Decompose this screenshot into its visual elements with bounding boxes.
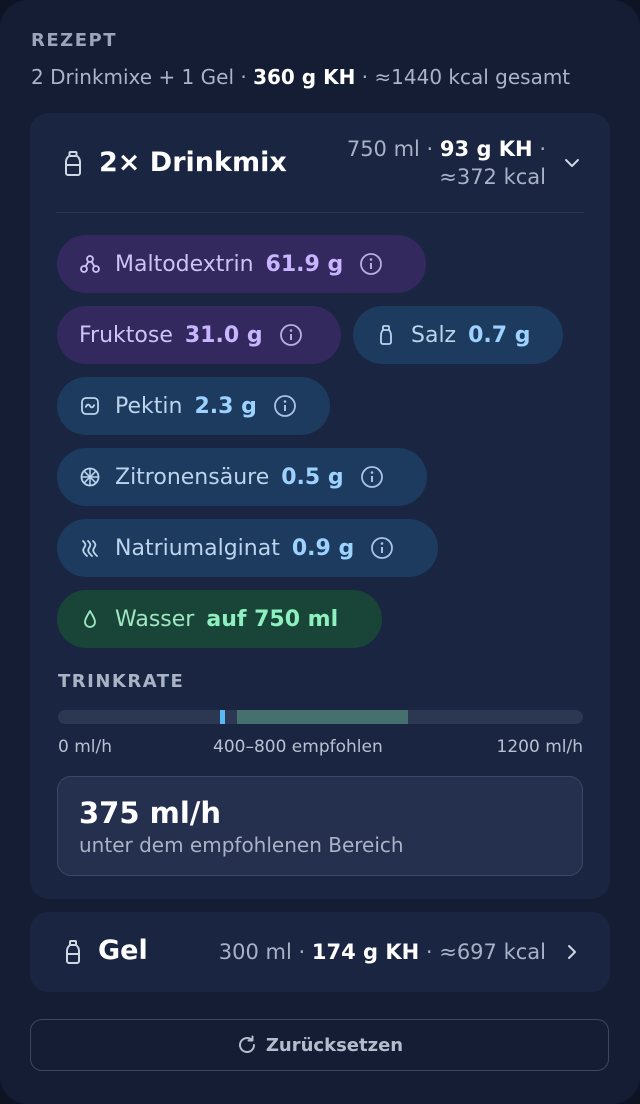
gel-title: Gel: [98, 935, 148, 966]
drink-rate-bar: [58, 710, 583, 724]
gel-pack-icon: [66, 940, 80, 964]
droplet-icon: [79, 608, 101, 630]
ingredient-pill-natriumalginat: Natriumalginat 0.9 g: [57, 519, 438, 577]
current-rate-marker: [220, 710, 226, 724]
drink-rate-value: 375 ml/h: [79, 796, 222, 830]
refresh-icon: [236, 1034, 258, 1056]
drink-rate-label: TRINKRATE: [58, 671, 185, 692]
info-icon[interactable]: [370, 536, 394, 560]
info-icon[interactable]: [273, 394, 297, 418]
chevron-right-icon[interactable]: [563, 943, 581, 961]
tick-recommended: 400–800 empfohlen: [213, 737, 383, 757]
bottle-icon: [65, 151, 81, 176]
salt-shaker-icon: [375, 324, 397, 346]
reset-button[interactable]: Zurücksetzen: [30, 1019, 609, 1071]
section-label: REZEPT: [31, 30, 117, 51]
ingredient-pill-wasser: Wasser auf 750 ml: [57, 590, 382, 648]
card-divider: [56, 212, 584, 213]
ingredient-pill-fruktose: Fruktose 31.0 g: [57, 306, 341, 364]
molecule-icon: [79, 253, 101, 275]
gel-meta: 300 ml · 174 g KH · ≈697 kcal: [218, 940, 546, 964]
recipe-summary: 2 Drinkmixe + 1 Gel · 360 g KH · ≈1440 k…: [31, 65, 571, 89]
info-icon[interactable]: [359, 252, 383, 276]
seaweed-icon: [79, 537, 101, 559]
ingredient-pill-maltodextrin: Maltodextrin 61.9 g: [57, 235, 426, 293]
recipe-panel: REZEPT 2 Drinkmixe + 1 Gel · 360 g KH · …: [0, 0, 640, 1104]
drinkmix-card: 2× Drinkmix 750 ml · 93 g KH · ≈372 kcal…: [30, 113, 610, 899]
tick-max: 1200 ml/h: [496, 737, 583, 757]
chevron-down-icon[interactable]: [563, 154, 581, 172]
info-icon[interactable]: [360, 465, 384, 489]
info-icon[interactable]: [279, 323, 303, 347]
drink-rate-result: 375 ml/h unter dem empfohlenen Bereich: [57, 776, 583, 876]
citrus-icon: [79, 466, 101, 488]
ingredient-pill-salz: Salz 0.7 g: [353, 306, 563, 364]
ingredient-pill-pektin: Pektin 2.3 g: [57, 377, 330, 435]
drinkmix-meta: 750 ml · 93 g KH · ≈372 kcal: [346, 137, 546, 189]
drinkmix-title[interactable]: 2× Drinkmix: [99, 147, 287, 178]
tick-min: 0 ml/h: [58, 737, 113, 757]
wave-box-icon: [79, 395, 101, 417]
drink-rate-note: unter dem empfohlenen Bereich: [79, 833, 404, 857]
ingredient-pill-zitronensaeure: Zitronensäure 0.5 g: [57, 448, 427, 506]
recommended-range: [237, 710, 408, 724]
gel-card[interactable]: Gel 300 ml · 174 g KH · ≈697 kcal: [30, 912, 610, 992]
